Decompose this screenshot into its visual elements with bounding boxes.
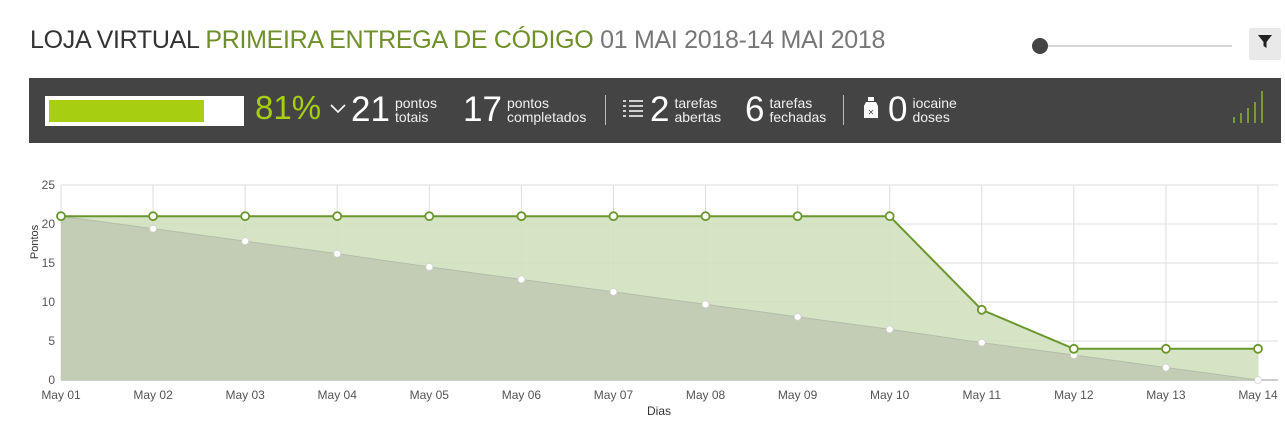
x-tick-label: May 08	[686, 388, 726, 402]
real-point	[148, 211, 158, 222]
real-point	[516, 211, 527, 222]
filter-button[interactable]	[1249, 28, 1281, 60]
real-point	[700, 211, 711, 222]
x-tick-label: May 12	[1054, 388, 1094, 402]
y-tick-label: 10	[42, 295, 56, 309]
total-points-label: pontos totais	[394, 95, 437, 125]
real-point	[792, 211, 803, 222]
real-point	[608, 211, 619, 222]
open-tasks-label: tarefas abertas	[674, 95, 722, 125]
completed-points-label: pontos completados	[506, 95, 587, 125]
burndown-chart: 0510152025 May 01 May 02 May 03 May 04 May 0…	[29, 178, 1278, 418]
zoom-slider-handle[interactable]	[1032, 38, 1048, 54]
iocaine-label: iocaine doses	[912, 95, 957, 125]
ideal-point	[1162, 363, 1170, 372]
zoom-slider-track[interactable]	[1040, 45, 1232, 47]
iocaine-bottle-icon: ✕	[862, 96, 880, 125]
sprint-stats-bar: 81% 21 pontos totais 17 pontos completados	[29, 78, 1281, 143]
x-tick-label: May 11	[963, 388, 1002, 402]
ideal-point	[1254, 376, 1262, 384]
ideal-point	[609, 287, 618, 296]
ideal-point	[241, 237, 250, 246]
sprint-name: PRIMEIRA ENTREGA DE CÓDIGO	[205, 26, 594, 54]
stats-divider	[843, 95, 844, 125]
x-tick-label: May 10	[870, 388, 910, 402]
real-point	[56, 211, 66, 222]
closed-tasks-value: 6	[745, 90, 765, 129]
ideal-point	[701, 300, 710, 309]
chevron-down-icon[interactable]	[329, 102, 347, 120]
list-icon	[622, 97, 644, 124]
x-axis-label: Dias	[647, 404, 671, 418]
completed-points-stat: 17 pontos completados	[463, 89, 586, 131]
real-point	[976, 304, 987, 315]
x-tick-label: May 07	[594, 388, 634, 402]
project-name[interactable]: LOJA VIRTUAL	[30, 26, 199, 54]
completed-points-value: 17	[463, 90, 502, 129]
real-point	[1253, 343, 1263, 354]
open-tasks-value: 2	[650, 90, 670, 129]
y-tick-label: 15	[42, 256, 56, 270]
x-tick-label: May 02	[133, 388, 173, 402]
y-tick-label: 5	[48, 334, 55, 348]
real-point	[1161, 343, 1171, 354]
x-tick-label: May 14	[1238, 388, 1278, 402]
sprint-title: LOJA VIRTUAL PRIMEIRA ENTREGA DE CÓDIGO …	[30, 26, 885, 55]
x-tick-label: May 09	[778, 388, 818, 402]
total-points-value: 21	[351, 90, 390, 129]
y-tick-label: 0	[48, 373, 55, 387]
sprint-progress-fill	[49, 100, 204, 122]
open-tasks-stat: 2 tarefas abertas	[622, 89, 721, 131]
sprint-progress-bar	[45, 96, 244, 126]
closed-tasks-stat: 6 tarefas fechadas	[745, 89, 826, 131]
stats-divider	[605, 95, 606, 125]
total-points-stat: 21 pontos totais	[351, 89, 437, 131]
real-point	[424, 211, 435, 222]
filter-icon	[1258, 34, 1272, 54]
x-tick-label: May 06	[502, 388, 542, 402]
closed-tasks-label: tarefas fechadas	[769, 95, 827, 125]
x-tick-label: May 03	[225, 388, 265, 402]
graph-bars-icon[interactable]	[1231, 89, 1267, 130]
real-point	[240, 211, 251, 222]
real-point	[332, 211, 343, 222]
y-axis-ticks: 0 5 10 15 20 25	[42, 178, 56, 387]
y-axis-label: Pontos	[29, 224, 41, 259]
real-point	[884, 211, 895, 222]
svg-text:✕: ✕	[868, 108, 875, 117]
ideal-point	[793, 312, 802, 321]
ideal-point	[425, 263, 434, 271]
ideal-point	[885, 325, 894, 334]
ideal-point	[517, 275, 526, 284]
y-tick-label: 20	[42, 217, 56, 231]
zoom-slider[interactable]	[1032, 36, 1232, 56]
x-tick-label: May 04	[318, 388, 358, 402]
y-tick-label: 25	[42, 178, 56, 192]
sprint-dates: 01 MAI 2018-14 MAI 2018	[600, 26, 886, 54]
iocaine-stat: ✕ 0 iocaine doses	[862, 89, 957, 131]
x-axis-ticks: May 01 May 02 May 03 May 04 May 05 May 06 May …	[41, 388, 1278, 402]
ideal-point	[149, 224, 157, 233]
iocaine-value: 0	[888, 90, 908, 129]
real-point	[1068, 343, 1079, 354]
sprint-progress-percent: 81%	[255, 89, 322, 126]
x-tick-label: May 13	[1146, 388, 1186, 402]
ideal-point	[977, 338, 986, 347]
x-tick-label: May 01	[41, 388, 81, 402]
ideal-point	[333, 249, 342, 258]
x-tick-label: May 05	[410, 388, 450, 402]
